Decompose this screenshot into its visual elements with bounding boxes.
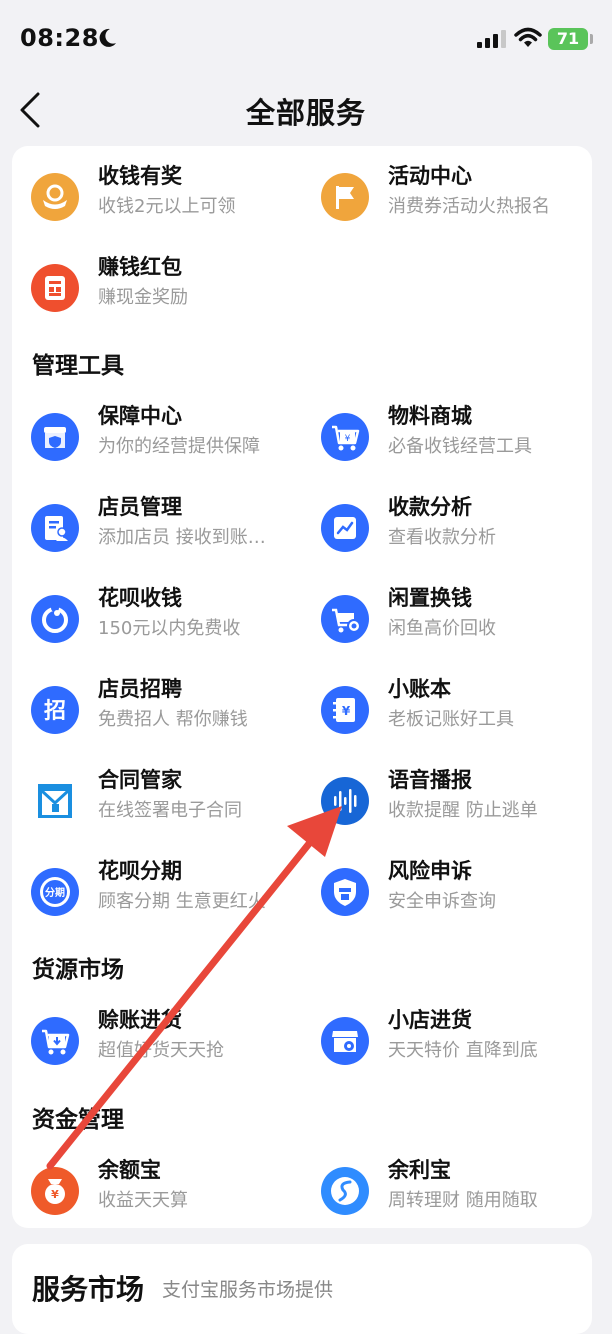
service-yuebao[interactable]: ¥ 余额宝 收益天天算	[12, 1152, 292, 1232]
item-subtitle: 150元以内免费收	[98, 618, 241, 639]
nav-bar: 全部服务	[0, 76, 612, 142]
money-bag-icon	[31, 173, 79, 221]
item-subtitle: 查看收款分析	[388, 527, 496, 548]
service-wuliao-shangcheng[interactable]: ¥ 物料商城 必备收钱经营工具	[302, 398, 582, 478]
service-fengxian-shensu[interactable]: 风险申诉 安全申诉查询	[302, 853, 582, 933]
battery-indicator: 71	[548, 28, 588, 50]
item-subtitle: 收钱2元以上可领	[98, 196, 236, 217]
item-subtitle: 闲鱼高价回收	[388, 618, 496, 639]
item-title: 合同管家	[98, 768, 182, 792]
svg-text:¥: ¥	[345, 434, 351, 444]
page-title: 全部服务	[245, 96, 366, 130]
item-title: 活动中心	[388, 164, 472, 188]
item-title: 小店进货	[388, 1008, 472, 1032]
status-time: 08:28	[20, 24, 99, 52]
item-title: 保障中心	[98, 404, 182, 428]
cart-recycle-icon	[321, 595, 369, 643]
item-subtitle: 赚现金奖励	[98, 287, 188, 308]
shop-shield-icon	[31, 413, 79, 461]
service-dianyuan-guanli[interactable]: 店员管理 添加店员 接收到账…	[12, 489, 292, 569]
item-title: 物料商城	[388, 404, 472, 428]
flag-icon	[321, 173, 369, 221]
service-xianzhi-huanqian[interactable]: 闲置换钱 闲鱼高价回收	[302, 580, 582, 660]
yuebao-icon: ¥	[31, 1167, 79, 1215]
item-subtitle: 超值好货天天抢	[98, 1040, 224, 1061]
item-subtitle: 免费招人 帮你赚钱	[98, 709, 248, 730]
analytics-chart-icon	[321, 504, 369, 552]
section-title-funds: 资金管理	[32, 1107, 124, 1133]
item-title: 余额宝	[98, 1158, 161, 1182]
service-huabei-fenqi[interactable]: 分期 花呗分期 顾客分期 生意更红火	[12, 853, 292, 933]
item-title: 赚钱红包	[98, 255, 182, 279]
item-subtitle: 安全申诉查询	[388, 891, 496, 912]
service-huabei-shouqian[interactable]: 花呗收钱 150元以内免费收	[12, 580, 292, 660]
item-subtitle: 天天特价 直降到底	[388, 1040, 538, 1061]
service-dianyuan-zhaopin[interactable]: 招 店员招聘 免费招人 帮你赚钱	[12, 671, 292, 751]
installment-icon: 分期	[31, 868, 79, 916]
item-title: 语音播报	[388, 768, 472, 792]
item-subtitle: 消费券活动火热报名	[388, 196, 550, 217]
item-title: 花呗收钱	[98, 586, 182, 610]
service-xiaodian-jinhuo[interactable]: 小店进货 天天特价 直降到底	[302, 1002, 582, 1082]
service-huodong-zhongxin[interactable]: 活动中心 消费券活动火热报名	[302, 158, 582, 238]
red-packet-qr-icon	[31, 264, 79, 312]
item-title: 收款分析	[388, 495, 472, 519]
item-subtitle: 收益天天算	[98, 1190, 188, 1211]
service-yuyin-bobao[interactable]: 语音播报 收款提醒 防止逃单	[302, 762, 582, 842]
item-title: 店员招聘	[98, 677, 182, 701]
svg-text:¥: ¥	[342, 704, 351, 718]
audio-wave-icon	[321, 777, 369, 825]
service-hetong-guanjia[interactable]: 合同管家 在线签署电子合同	[12, 762, 292, 842]
shopping-cart-icon: ¥	[321, 413, 369, 461]
item-title: 闲置换钱	[388, 586, 472, 610]
yulibao-icon	[321, 1167, 369, 1215]
status-bar: 08:28 71	[0, 0, 612, 76]
item-subtitle: 在线签署电子合同	[98, 800, 242, 821]
storefront-icon	[321, 1017, 369, 1065]
huabei-icon	[31, 595, 79, 643]
item-subtitle: 为你的经营提供保障	[98, 436, 260, 457]
section-title-management: 管理工具	[32, 353, 124, 379]
cart-download-icon	[31, 1017, 79, 1065]
item-subtitle: 顾客分期 生意更红火	[98, 891, 266, 912]
staff-document-icon	[31, 504, 79, 552]
service-xiao-zhangben[interactable]: ¥ 小账本 老板记账好工具	[302, 671, 582, 751]
service-yulibao[interactable]: 余利宝 周转理财 随用随取	[302, 1152, 582, 1232]
service-baozhang-zhongxin[interactable]: 保障中心 为你的经营提供保障	[12, 398, 292, 478]
service-shoukuan-fenxi[interactable]: 收款分析 查看收款分析	[302, 489, 582, 569]
cellular-signal-icon	[477, 30, 506, 48]
service-market-subtitle: 支付宝服务市场提供	[162, 1279, 334, 1301]
contract-envelope-icon	[31, 777, 79, 825]
item-title: 风险申诉	[388, 859, 472, 883]
service-market-card: 服务市场 支付宝服务市场提供	[12, 1244, 592, 1334]
item-subtitle: 必备收钱经营工具	[388, 436, 532, 457]
service-market-title: 服务市场	[32, 1273, 145, 1306]
item-subtitle: 添加店员 接收到账…	[98, 527, 266, 548]
shield-icon	[321, 868, 369, 916]
item-title: 赊账进货	[98, 1008, 182, 1032]
service-zhuanqian-hongbao[interactable]: 赚钱红包 赚现金奖励	[12, 249, 292, 329]
ledger-book-icon: ¥	[321, 686, 369, 734]
svg-text:¥: ¥	[51, 1188, 59, 1201]
moon-icon	[99, 28, 116, 47]
item-subtitle: 周转理财 随用随取	[388, 1190, 538, 1211]
section-title-goods: 货源市场	[32, 957, 124, 983]
service-shouqian-youjiang[interactable]: 收钱有奖 收钱2元以上可领	[12, 158, 292, 238]
item-title: 收钱有奖	[98, 164, 182, 188]
services-card: 收钱有奖 收钱2元以上可领 活动中心 消费券活动火热报名 赚钱红包 赚现金奖励 …	[12, 146, 592, 1228]
item-title: 余利宝	[388, 1158, 451, 1182]
item-subtitle: 收款提醒 防止逃单	[388, 800, 538, 821]
wifi-icon	[514, 27, 542, 47]
item-subtitle: 老板记账好工具	[388, 709, 514, 730]
svg-text:分期: 分期	[45, 886, 65, 899]
service-shezhang-jinhuo[interactable]: 赊账进货 超值好货天天抢	[12, 1002, 292, 1082]
recruit-icon: 招	[31, 686, 79, 734]
item-title: 店员管理	[98, 495, 182, 519]
svg-text:招: 招	[44, 699, 66, 724]
item-title: 小账本	[388, 677, 451, 701]
item-title: 花呗分期	[98, 859, 182, 883]
battery-cap	[590, 34, 593, 44]
